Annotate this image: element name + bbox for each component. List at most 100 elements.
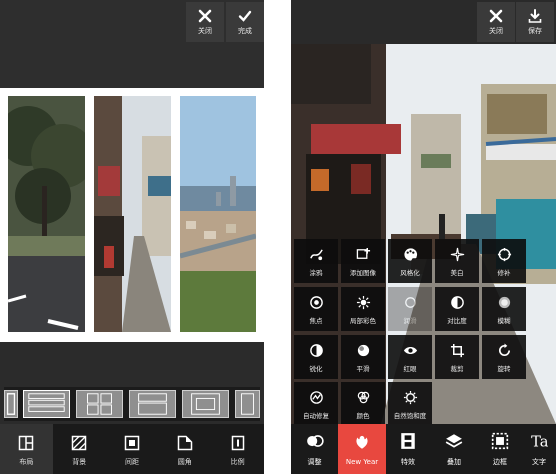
tab-label: 特效 — [401, 457, 415, 466]
effect-tile[interactable]: 修补 — [482, 239, 526, 283]
effect-label: 美白 — [450, 268, 464, 277]
effect-label: 自然饱和度 — [393, 411, 427, 420]
effect-label: 颜色 — [356, 411, 370, 420]
effect-tile[interactable]: 自然饱和度 — [388, 382, 432, 426]
svg-text:Ta: Ta — [531, 433, 548, 449]
color-splash-icon — [354, 294, 372, 312]
tab-corners[interactable]: 圆角 — [158, 424, 211, 474]
effect-tile[interactable]: 涂鸦 — [294, 239, 338, 283]
layout-option-frame[interactable] — [182, 390, 229, 418]
tree-road-photo — [8, 96, 85, 332]
collage-photo-1[interactable] — [8, 96, 85, 332]
effect-tile[interactable]: 美白 — [435, 239, 479, 283]
palette-icon — [401, 246, 419, 264]
background-icon — [68, 432, 90, 454]
city-view-photo — [180, 96, 256, 332]
effect-tile[interactable]: 润滑 — [388, 287, 432, 331]
effect-label: 旋转 — [497, 364, 511, 373]
done-button[interactable]: 完成 — [226, 2, 264, 42]
top-bar: 关闭 完成 — [0, 0, 264, 88]
close-label: 关闭 — [489, 26, 503, 35]
collage-canvas — [0, 88, 264, 342]
close-button[interactable]: 关闭 — [477, 2, 515, 42]
effect-label: 润滑 — [403, 316, 417, 325]
soften-icon — [354, 342, 372, 360]
auto-fix-icon — [307, 389, 325, 407]
effect-tile[interactable]: 自动修复 — [294, 382, 338, 426]
done-label: 完成 — [238, 26, 252, 35]
tab-layout[interactable]: 布局 — [0, 424, 53, 474]
tab-label: 间距 — [124, 457, 139, 466]
tab-label: 圆角 — [177, 457, 192, 466]
effect-label: 局部彩色 — [350, 316, 376, 325]
effect-tile[interactable]: 裁剪 — [435, 335, 479, 379]
layout-option-split[interactable] — [129, 390, 176, 418]
collage-photo-2[interactable] — [94, 96, 171, 332]
crosshair-icon — [495, 246, 513, 264]
adjust-icon — [306, 432, 324, 454]
effects-menu: 涂鸦 添加图像 风格化 美白 修补焦点 局部彩色 润滑 对比度 模糊锐化 平滑 红眼 裁剪 旋转自动修复… — [291, 239, 556, 426]
tab-ratio[interactable]: 比例 — [211, 424, 264, 474]
tab-label: 文字 — [532, 457, 546, 466]
close-label: 关闭 — [198, 26, 212, 35]
layout-option-partial-right[interactable] — [235, 390, 260, 418]
layout-option-stacked[interactable] — [23, 390, 70, 418]
collage-tab-bar: 布局 背景 间距 圆角 比例 — [0, 424, 264, 474]
save-button[interactable]: 保存 — [516, 2, 554, 42]
effect-label: 修补 — [497, 268, 511, 277]
blur-icon — [495, 294, 513, 312]
effect-tile[interactable]: 红眼 — [388, 335, 432, 379]
film-icon — [399, 432, 417, 454]
effect-tile[interactable]: 锐化 — [294, 335, 338, 379]
layout-option-grid[interactable] — [76, 390, 123, 418]
layout-option-partial-left[interactable] — [4, 390, 18, 418]
tab-text[interactable]: Ta 文字 — [522, 424, 556, 474]
effect-label: 裁剪 — [450, 364, 464, 373]
effect-tile[interactable]: 焦点 — [294, 287, 338, 331]
collage-photo-3[interactable] — [180, 96, 256, 332]
effect-tile[interactable]: 平滑 — [341, 335, 385, 379]
effect-tile[interactable]: 风格化 — [388, 239, 432, 283]
effect-tile[interactable]: 对比度 — [435, 287, 479, 331]
sharpen-icon — [307, 342, 325, 360]
layout-icon — [15, 432, 37, 454]
color-icon — [354, 389, 372, 407]
close-icon — [198, 9, 212, 22]
effect-label: 红眼 — [403, 364, 417, 373]
effect-tile[interactable]: 局部彩色 — [341, 287, 385, 331]
effect-tile[interactable]: 添加图像 — [341, 239, 385, 283]
effect-label: 自动修复 — [303, 411, 329, 420]
tab-label: 叠加 — [447, 457, 461, 466]
rotate-icon — [495, 342, 513, 360]
effect-tile[interactable]: 模糊 — [482, 287, 526, 331]
save-label: 保存 — [528, 26, 542, 35]
tab-background[interactable]: 背景 — [53, 424, 106, 474]
sparkle-icon — [448, 246, 466, 264]
tab-layers[interactable]: 叠加 — [430, 424, 478, 474]
editor-tab-bar: 调整 New Year 特效 叠加 边框 Ta 文字 — [291, 424, 556, 474]
tab-film[interactable]: 特效 — [386, 424, 430, 474]
tab-label: 边框 — [493, 457, 507, 466]
ratio-icon — [227, 432, 249, 454]
effect-tile[interactable]: 颜色 — [341, 382, 385, 426]
effect-label: 风格化 — [400, 268, 420, 277]
effect-label: 平滑 — [356, 364, 370, 373]
effect-tile[interactable]: 旋转 — [482, 335, 526, 379]
tab-adjust[interactable]: 调整 — [291, 424, 338, 474]
tab-frame[interactable]: 边框 — [478, 424, 522, 474]
effect-label: 焦点 — [309, 316, 323, 325]
tab-label: 调整 — [307, 457, 322, 466]
close-button[interactable]: 关闭 — [186, 2, 224, 42]
doodle-icon — [307, 246, 325, 264]
top-bar: 关闭 保存 — [291, 0, 556, 44]
effect-label: 添加图像 — [350, 268, 376, 277]
smooth-icon — [401, 294, 419, 312]
layout-options-strip — [0, 342, 264, 422]
layout-thumbnails — [4, 387, 260, 421]
tab-label: 背景 — [72, 457, 87, 466]
text-icon: Ta — [530, 432, 549, 454]
effect-label: 对比度 — [447, 316, 467, 325]
tab-new-year[interactable]: New Year — [338, 424, 386, 474]
tab-spacing[interactable]: 间距 — [106, 424, 159, 474]
crop-icon — [448, 342, 466, 360]
